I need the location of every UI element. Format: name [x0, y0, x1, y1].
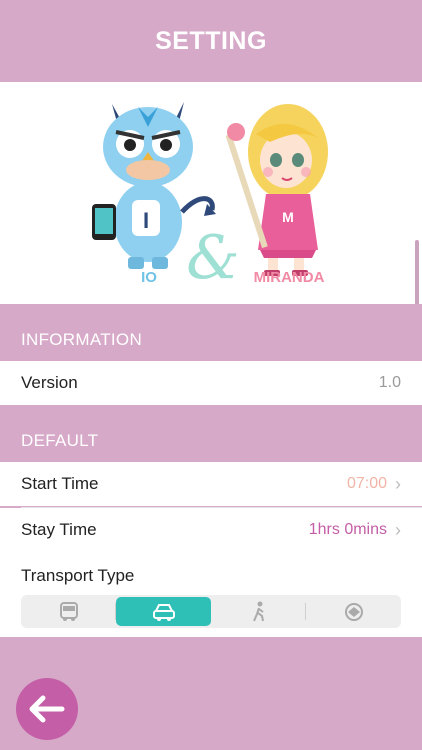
transport-option-bus[interactable]: [21, 595, 116, 628]
header: SETTING: [0, 0, 422, 82]
version-row: Version 1.0: [0, 361, 422, 405]
start-time-value-group: 07:00 ›: [347, 474, 401, 495]
transport-type-label: Transport Type: [21, 566, 135, 585]
hero-illustration: I & M IO MIRANDA: [0, 82, 422, 304]
stay-time-row[interactable]: Stay Time 1hrs 0mins ›: [0, 508, 422, 552]
arrow-left-icon: [29, 695, 65, 723]
stay-time-value-group: 1hrs 0mins ›: [309, 520, 401, 541]
miranda-badge: M: [282, 209, 294, 225]
transport-option-taxi[interactable]: [306, 595, 401, 628]
walk-icon: [252, 601, 264, 621]
start-time-row[interactable]: Start Time 07:00 ›: [0, 462, 422, 506]
io-badge: I: [143, 208, 149, 233]
start-time-value: 07:00: [346, 475, 387, 492]
stay-time-value: 1hrs 0mins: [308, 521, 387, 538]
section-header-information: INFORMATION: [0, 304, 422, 361]
ampersand: &: [186, 223, 239, 293]
transport-option-walk[interactable]: [211, 595, 306, 628]
transport-option-car[interactable]: [116, 597, 211, 626]
start-time-label: Start Time: [21, 474, 99, 493]
version-value: 1.0: [378, 374, 401, 391]
car-icon: [152, 603, 175, 621]
section-header-default: DEFAULT: [0, 405, 422, 462]
miranda-character-image: M: [225, 104, 328, 276]
page-title: SETTING: [155, 26, 267, 55]
chevron-right-icon: ›: [395, 519, 401, 540]
miranda-name: MIRANDA: [254, 269, 325, 286]
version-label: Version: [21, 373, 78, 392]
taxi-icon: [344, 602, 363, 621]
stay-time-label: Stay Time: [21, 520, 97, 539]
io-name: IO: [141, 269, 157, 286]
bus-icon: [59, 601, 78, 621]
transport-segmented-control: [21, 595, 401, 628]
chevron-right-icon: ›: [395, 473, 401, 494]
transport-type-block: Transport Type: [0, 552, 422, 637]
back-button[interactable]: [16, 678, 78, 740]
